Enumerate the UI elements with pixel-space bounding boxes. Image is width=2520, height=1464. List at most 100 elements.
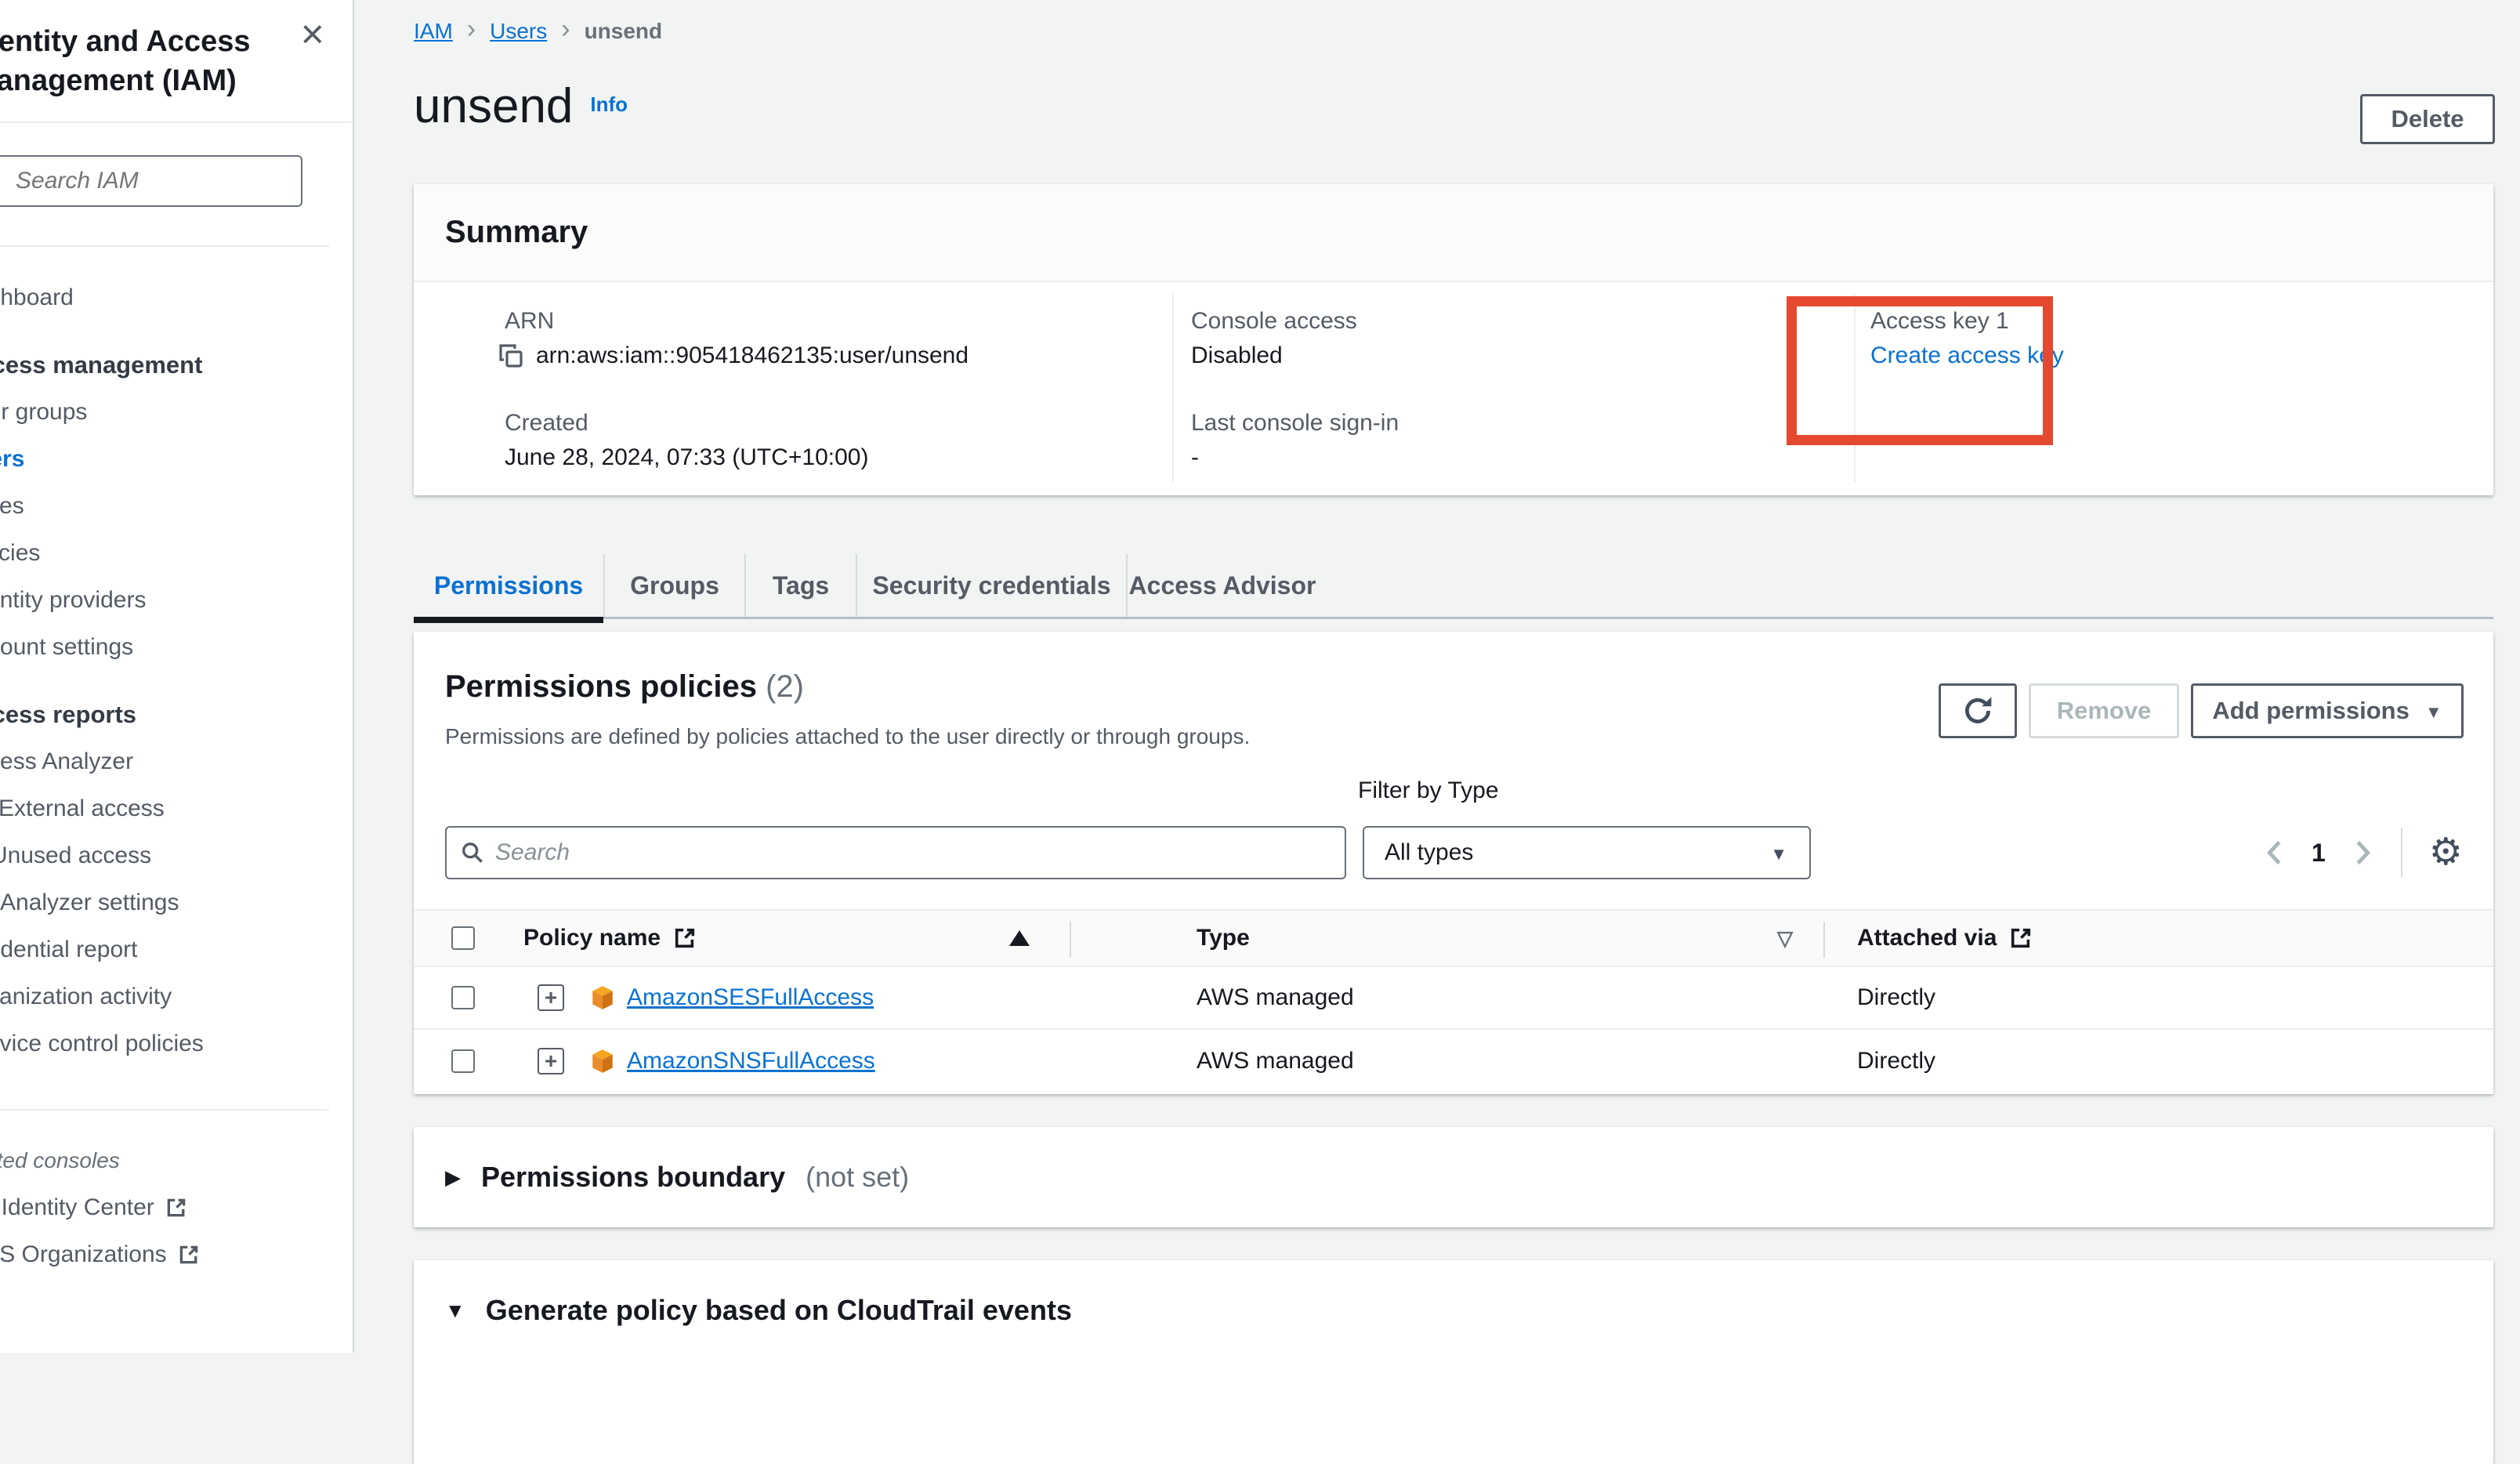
chevron-left-icon[interactable] — [2263, 839, 2285, 867]
breadcrumb-current: unsend — [585, 19, 663, 44]
column-policy-name[interactable]: Policy name — [523, 911, 697, 966]
console-access-label: Console access — [1191, 308, 1357, 335]
created-value: June 28, 2024, 07:33 (UTC+10:00) — [505, 444, 868, 471]
sort-ascending-icon[interactable] — [1009, 930, 1030, 946]
managed-policy-icon — [589, 984, 616, 1011]
filter-triangle-icon[interactable]: ▽ — [1777, 926, 1793, 951]
summary-card: Summary ARN arn:aws:iam::905418462135:us… — [414, 184, 2493, 495]
breadcrumb: IAM › Users › unsend — [414, 19, 662, 44]
divider — [0, 245, 329, 247]
caret-down-icon: ▼ — [2425, 702, 2442, 723]
sidebar-item-dashboard[interactable]: Dashboard — [0, 274, 354, 321]
info-link[interactable]: Info — [590, 92, 628, 116]
table-row: + AmazonSNSFullAccess AWS managed Direct… — [414, 1030, 2493, 1093]
sidebar-item-users[interactable]: Users — [0, 436, 354, 483]
close-icon[interactable]: × — [301, 14, 324, 55]
tab-security-credentials[interactable]: Security credentials — [856, 554, 1126, 617]
tab-permissions[interactable]: Permissions — [414, 554, 603, 617]
pagination: 1 ⚙ — [2263, 829, 2463, 876]
related-consoles-header: Related consoles — [0, 1137, 354, 1184]
policy-link[interactable]: AmazonSNSFullAccess — [627, 1048, 875, 1074]
divider — [1823, 922, 1825, 958]
tab-tags[interactable]: Tags — [744, 554, 856, 617]
type-filter-select[interactable]: All types ▼ — [1363, 826, 1811, 879]
chevron-right-icon: › — [467, 18, 476, 40]
policy-type: AWS managed — [1197, 1030, 1354, 1093]
generate-policy-toggle[interactable]: ▼ Generate policy based on CloudTrail ev… — [414, 1260, 2493, 1361]
policies-count: (2) — [766, 669, 804, 704]
main-content: IAM › Users › unsend unsendInfo Delete S… — [354, 0, 2520, 1353]
created-label: Created — [505, 410, 588, 437]
tab-access-advisor[interactable]: Access Advisor — [1126, 554, 1317, 617]
caret-down-icon: ▼ — [1770, 844, 1787, 864]
sidebar-item-organization-activity[interactable]: Organization activity — [0, 973, 354, 1020]
page-title: unsendInfo — [414, 78, 628, 134]
row-checkbox[interactable] — [451, 1049, 475, 1073]
permissions-boundary-toggle[interactable]: ▶ Permissions boundary (not set) — [414, 1127, 2493, 1227]
page-number[interactable]: 1 — [2312, 839, 2326, 868]
breadcrumb-iam[interactable]: IAM — [414, 19, 453, 44]
sidebar-item-policies[interactable]: Policies — [0, 530, 354, 577]
expand-row-icon[interactable]: + — [538, 1048, 564, 1074]
chevron-right-icon[interactable] — [2352, 839, 2374, 867]
policy-attached-via: Directly — [1857, 1030, 1935, 1093]
refresh-icon — [1961, 694, 1994, 727]
policy-link[interactable]: AmazonSESFullAccess — [627, 984, 874, 1011]
external-link-icon — [2009, 926, 2033, 950]
sidebar-item-account-settings[interactable]: Account settings — [0, 624, 354, 671]
sidebar-item-user-groups[interactable]: User groups — [0, 389, 354, 436]
external-link-icon — [178, 1244, 200, 1266]
sidebar-item-iam-identity-center[interactable]: IAM Identity Center — [0, 1184, 354, 1231]
divider — [0, 121, 354, 123]
filter-by-type-label: Filter by Type — [1358, 777, 1499, 804]
policy-search-input[interactable] — [495, 839, 1345, 866]
console-access-value: Disabled — [1191, 342, 1283, 369]
divider — [0, 1109, 329, 1111]
last-signin-value: - — [1191, 444, 1199, 471]
generate-policy-card: ▼ Generate policy based on CloudTrail ev… — [414, 1260, 2493, 1464]
sidebar-item-external-access[interactable]: External access — [0, 785, 354, 832]
external-link-icon — [165, 1197, 187, 1219]
external-link-icon — [673, 926, 697, 950]
sidebar-nav: Dashboard Access management User groups … — [0, 274, 354, 1067]
sidebar-title: Identity and Access Management (IAM) — [0, 22, 288, 100]
sidebar-item-unused-access[interactable]: Unused access — [0, 832, 354, 879]
copy-icon[interactable] — [498, 343, 523, 368]
add-permissions-button[interactable]: Add permissions ▼ — [2191, 683, 2464, 738]
permissions-policies-card: Permissions policies (2) Permissions are… — [414, 632, 2493, 1094]
column-type[interactable]: Type — [1197, 911, 1250, 966]
delete-button[interactable]: Delete — [2360, 94, 2495, 144]
divider — [1070, 922, 1071, 958]
iam-sidebar: Identity and Access Management (IAM) × D… — [0, 0, 354, 1353]
breadcrumb-users[interactable]: Users — [490, 19, 547, 44]
policies-description: Permissions are defined by policies atta… — [445, 724, 1250, 749]
divider — [1854, 294, 1856, 482]
gear-icon[interactable]: ⚙ — [2429, 834, 2463, 872]
search-iam-input[interactable] — [0, 155, 302, 207]
sidebar-item-aws-organizations[interactable]: AWS Organizations — [0, 1231, 354, 1278]
select-all-checkbox[interactable] — [451, 926, 475, 950]
caret-down-icon: ▼ — [445, 1299, 465, 1323]
column-attached-via[interactable]: Attached via — [1857, 911, 2033, 966]
expand-row-icon[interactable]: + — [538, 984, 564, 1011]
refresh-button[interactable] — [1939, 683, 2017, 738]
access-key-label: Access key 1 — [1870, 308, 2009, 335]
table-header: Policy name Type ▽ Attached via — [414, 909, 2493, 967]
sidebar-item-credential-report[interactable]: Credential report — [0, 926, 354, 973]
sidebar-item-access-analyzer[interactable]: Access Analyzer — [0, 738, 354, 785]
arn-label: ARN — [505, 308, 554, 335]
tab-groups[interactable]: Groups — [603, 554, 744, 617]
sidebar-item-analyzer-settings[interactable]: Analyzer settings — [0, 879, 354, 926]
table-row: + AmazonSESFullAccess AWS managed Direct… — [414, 967, 2493, 1030]
permissions-policies-title: Permissions policies (2) — [445, 669, 804, 705]
create-access-key-link[interactable]: Create access key — [1870, 342, 2064, 369]
boundary-not-set: (not set) — [806, 1161, 909, 1194]
chevron-right-icon: › — [561, 18, 570, 40]
arn-value: arn:aws:iam::905418462135:user/unsend — [498, 342, 969, 369]
remove-button[interactable]: Remove — [2029, 683, 2179, 738]
sidebar-item-identity-providers[interactable]: Identity providers — [0, 577, 354, 624]
sidebar-item-roles[interactable]: Roles — [0, 483, 354, 530]
sidebar-section-access-management: Access management — [0, 342, 354, 389]
row-checkbox[interactable] — [451, 986, 475, 1009]
sidebar-item-service-control-policies[interactable]: Service control policies — [0, 1020, 354, 1067]
